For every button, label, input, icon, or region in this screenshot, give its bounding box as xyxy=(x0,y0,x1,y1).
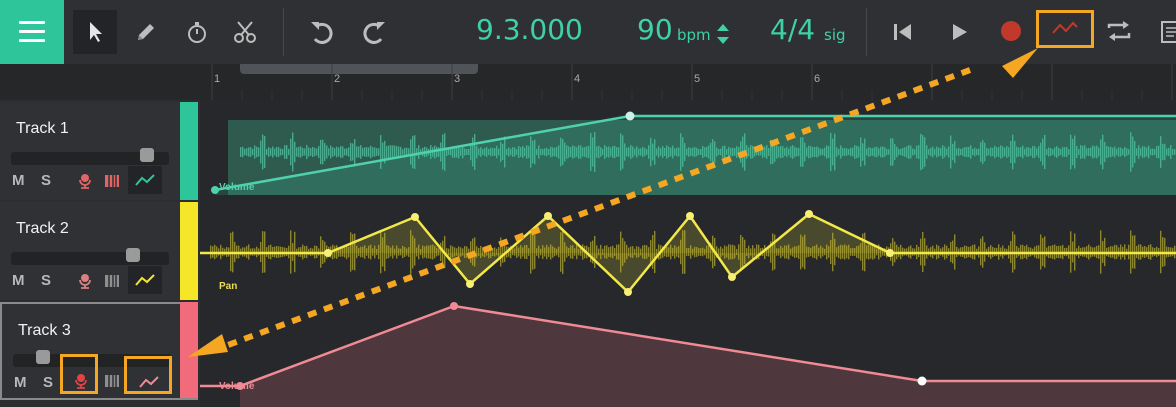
tutorial-arrow-line xyxy=(226,67,972,348)
tutorial-arrows xyxy=(188,48,1038,357)
tutorial-arrowhead xyxy=(188,334,228,357)
tutorial-arrowhead xyxy=(1002,48,1038,78)
